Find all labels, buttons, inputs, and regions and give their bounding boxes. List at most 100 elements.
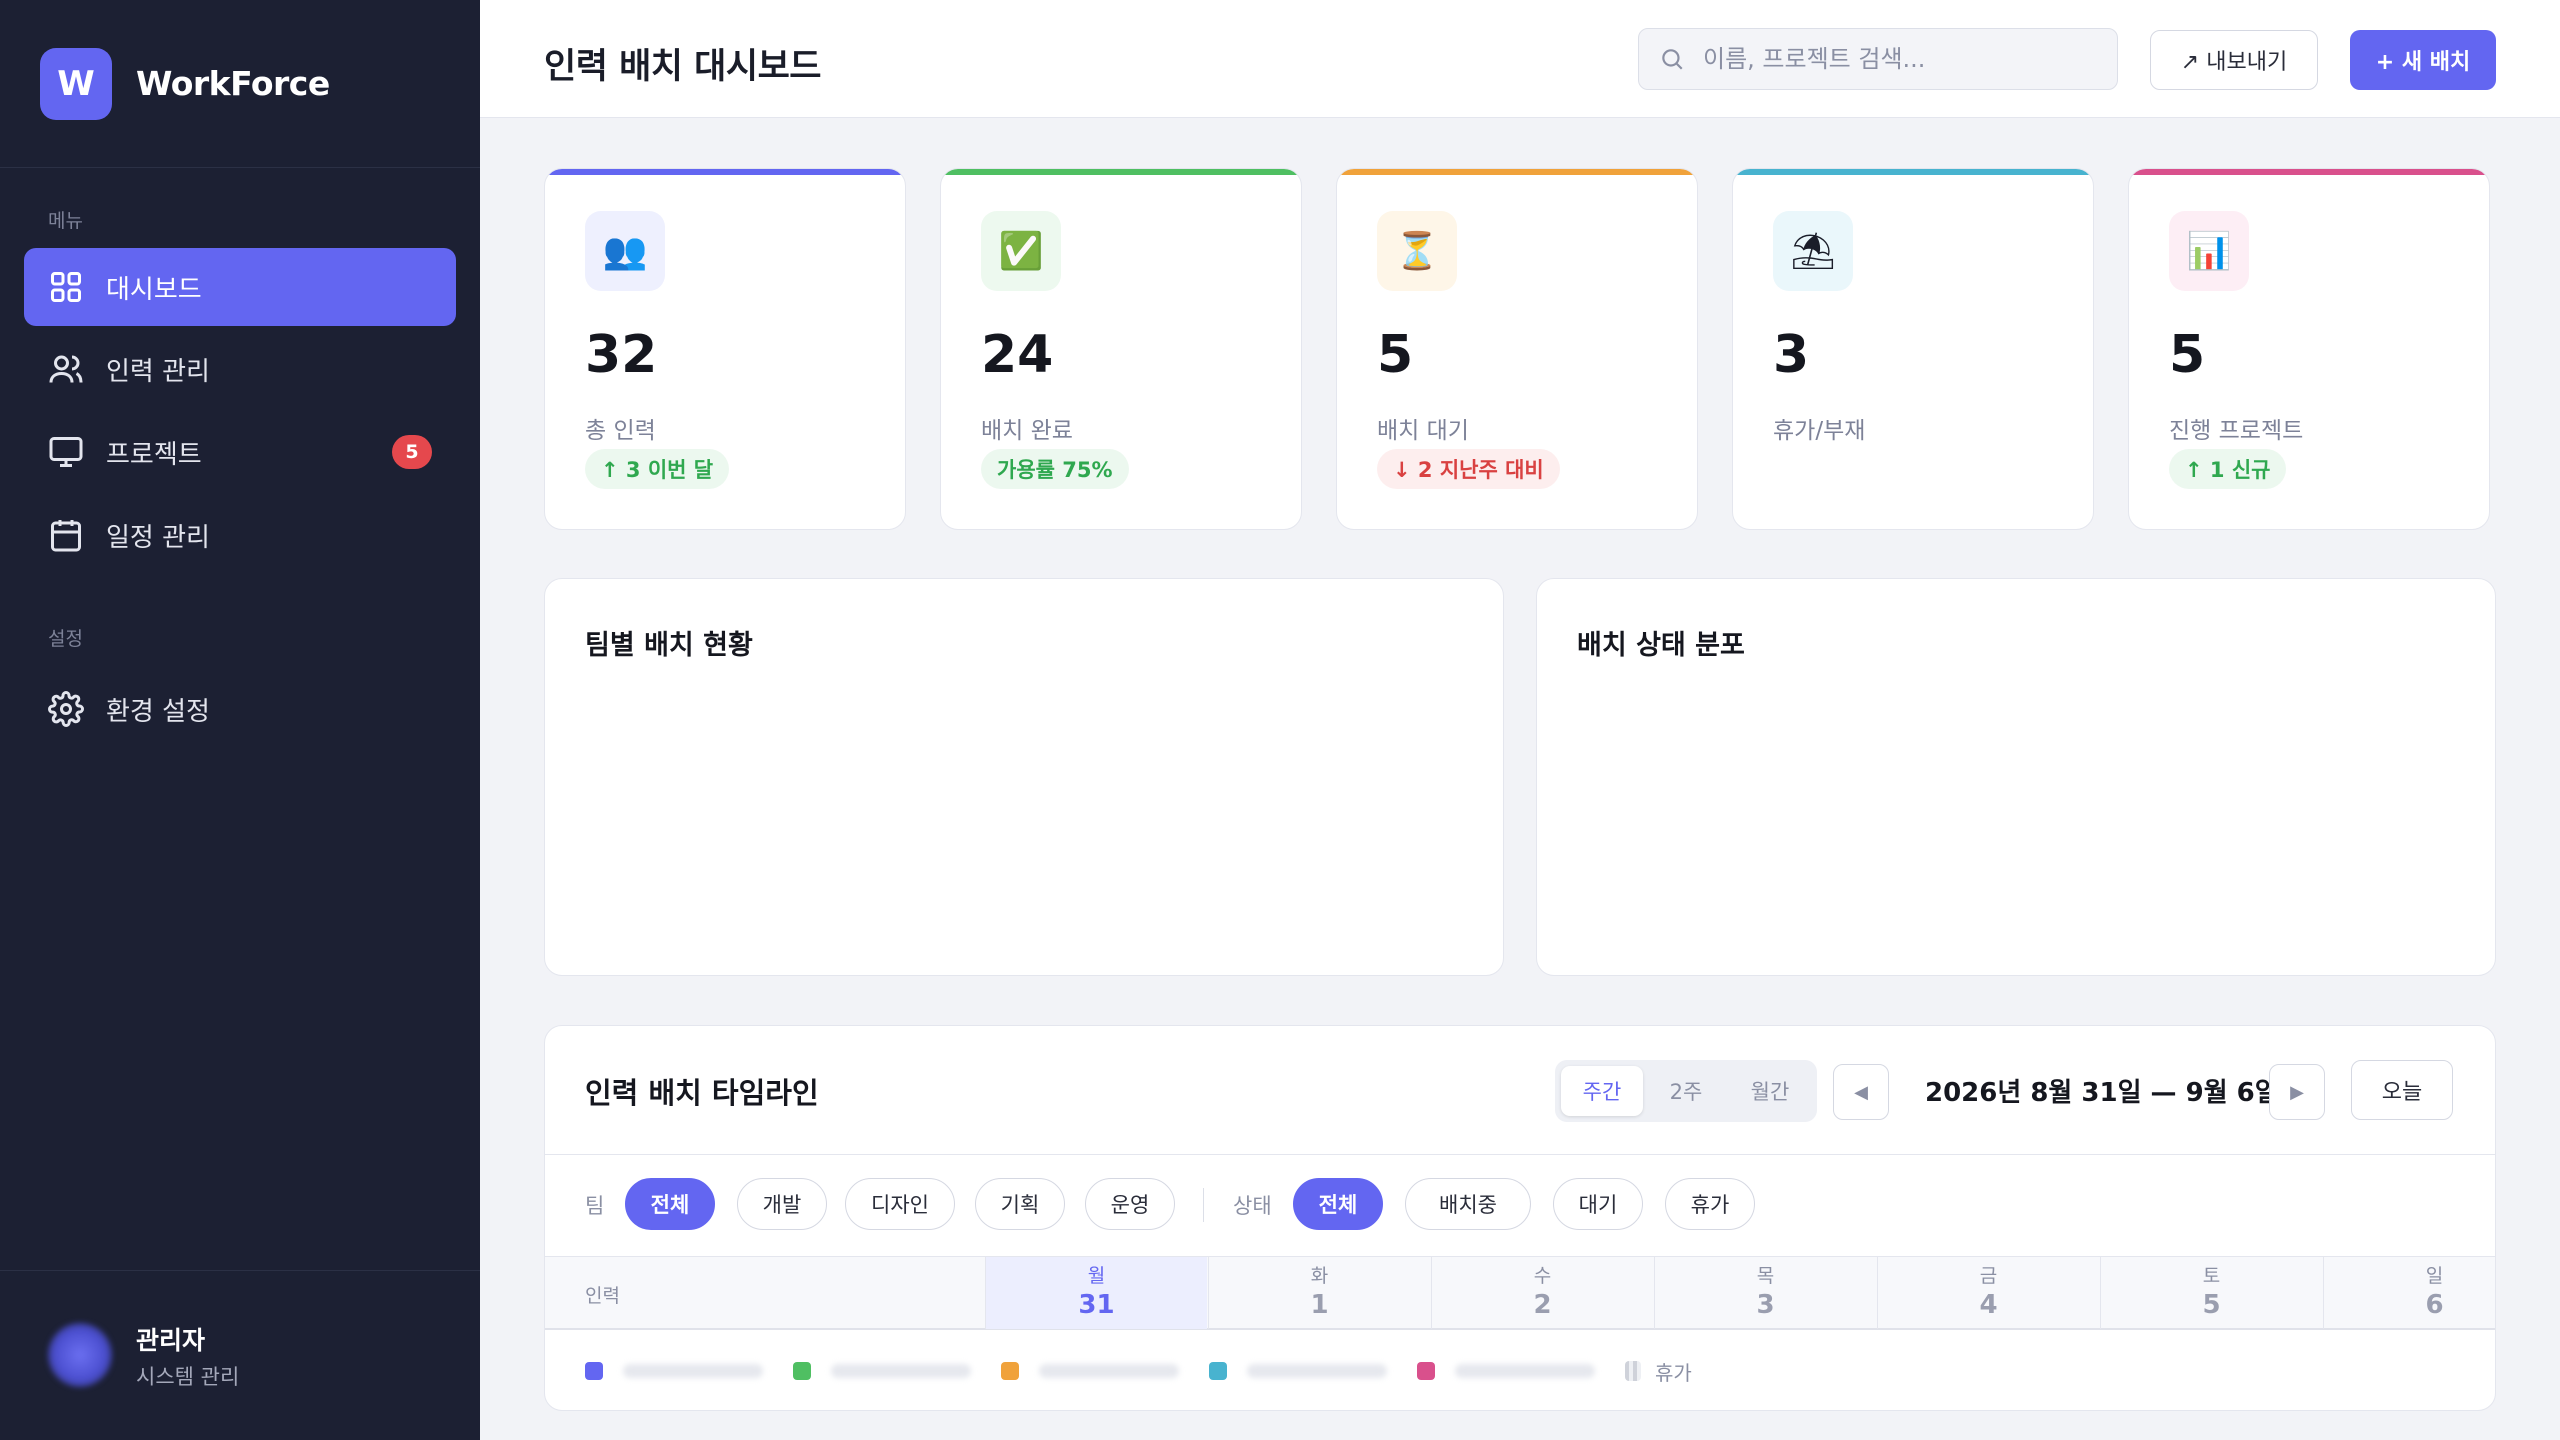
chevron-right-icon: ▶ [2290, 1081, 2304, 1103]
stat-card-assigned: ✅ 24 배치 완료 가용률 75% [940, 168, 1302, 530]
view-2week-tab[interactable]: 2주 [1645, 1066, 1727, 1116]
legend-item [585, 1362, 763, 1380]
stat-delta: ↑ 3 이번 달 [585, 449, 730, 489]
today-button[interactable]: 오늘 [2351, 1060, 2453, 1120]
projects-count-badge: 5 [392, 435, 432, 469]
brand: W WorkForce [0, 0, 480, 168]
users-icon [48, 351, 84, 387]
stat-card-projects: 📊 5 진행 프로젝트 ↑ 1 신규 [2128, 168, 2490, 530]
legend-item [1417, 1362, 1595, 1380]
legend-item [1209, 1362, 1387, 1380]
legend-swatch [585, 1362, 603, 1380]
status-filter-vacation[interactable]: 휴가 [1665, 1178, 1755, 1230]
avatar [48, 1323, 112, 1387]
view-weekly-tab[interactable]: 주간 [1561, 1066, 1643, 1116]
brand-name: WorkForce [136, 64, 330, 103]
status-filter-waiting[interactable]: 대기 [1553, 1178, 1643, 1230]
legend-blurred-label [831, 1364, 971, 1378]
export-button[interactable]: ↗ 내보내기 [2150, 30, 2318, 90]
day-name: 목 [1756, 1265, 1775, 1287]
staff-column-header: 인력 [585, 1285, 620, 1307]
sidebar-item-staff[interactable]: 인력 관리 [24, 330, 456, 408]
search-box[interactable] [1638, 28, 2118, 90]
stat-card-waiting: ⏳ 5 배치 대기 ↓ 2 지난주 대비 [1336, 168, 1698, 530]
stat-accent-bar [2129, 169, 2489, 175]
team-filter-planning[interactable]: 기획 [975, 1178, 1065, 1230]
sidebar-item-dashboard[interactable]: 대시보드 [24, 248, 456, 326]
sidebar-item-label: 대시보드 [106, 274, 202, 305]
sidebar: W WorkForce 메뉴 대시보드 인력 관리 프로젝트 5 일정 관리 설… [0, 0, 480, 1440]
stat-delta: ↓ 2 지난주 대비 [1377, 449, 1560, 489]
gear-icon [48, 691, 84, 727]
stat-label: 배치 완료 [981, 418, 1073, 444]
day-number: 2 [1533, 1290, 1552, 1320]
legend-blurred-label [1455, 1364, 1595, 1378]
sidebar-item-schedule[interactable]: 일정 관리 [24, 496, 456, 574]
stat-label: 배치 대기 [1377, 418, 1469, 444]
stat-value: 5 [1377, 325, 1414, 385]
day-number: 3 [1756, 1290, 1775, 1320]
status-filter-assigned[interactable]: 배치중 [1405, 1178, 1531, 1230]
stat-value: 5 [2169, 325, 2206, 385]
stat-delta: ↑ 1 신규 [2169, 449, 2287, 489]
next-week-button[interactable]: ▶ [2269, 1064, 2325, 1120]
stat-label: 총 인력 [585, 418, 656, 444]
top-header: 인력 배치 대시보드 ↗ 내보내기 + 새 배치 [480, 0, 2560, 118]
sidebar-item-label: 프로젝트 [106, 439, 202, 470]
settings-section-label: 설정 [48, 628, 83, 650]
day-name: 일 [2425, 1265, 2444, 1287]
view-monthly-tab[interactable]: 월간 [1729, 1066, 1811, 1116]
legend-blurred-label [1039, 1364, 1179, 1378]
stat-value: 3 [1773, 325, 1810, 385]
team-filter-dev[interactable]: 개발 [737, 1178, 827, 1230]
sidebar-item-label: 인력 관리 [106, 356, 210, 387]
stat-label: 휴가/부재 [1773, 418, 1866, 444]
day-name: 금 [1979, 1265, 1998, 1287]
prev-week-button[interactable]: ◀ [1833, 1064, 1889, 1120]
new-assignment-button[interactable]: + 새 배치 [2350, 30, 2496, 90]
day-name: 월 [1087, 1265, 1106, 1287]
sidebar-item-projects[interactable]: 프로젝트 5 [24, 413, 456, 491]
chevron-left-icon: ◀ [1854, 1081, 1868, 1103]
timeline-title: 인력 배치 타임라인 [585, 1076, 819, 1110]
day-name: 토 [2202, 1265, 2221, 1287]
stat-accent-bar [941, 169, 1301, 175]
day-column-2: 수2 [1431, 1257, 1653, 1329]
legend-item [793, 1362, 971, 1380]
day-number: 6 [2425, 1290, 2444, 1320]
team-assignment-panel: 팀별 배치 현황 [544, 578, 1504, 976]
sidebar-item-settings[interactable]: 환경 설정 [24, 670, 456, 748]
team-filter-design[interactable]: 디자인 [845, 1178, 955, 1230]
vacation-swatch [1625, 1361, 1641, 1381]
legend-vacation: 휴가 [1625, 1357, 1692, 1386]
day-column-5: 토5 [2100, 1257, 2322, 1329]
search-input[interactable] [1703, 45, 2103, 73]
stat-icon: ⏳ [1377, 211, 1457, 291]
view-switcher: 주간 2주 월간 [1555, 1060, 1817, 1122]
timeline-panel: 인력 배치 타임라인 주간 2주 월간 ◀ 2026년 8월 31일 — 9월 … [544, 1025, 2496, 1411]
team-filter-all[interactable]: 전체 [625, 1178, 715, 1230]
legend-swatch [793, 1362, 811, 1380]
team-filter-ops[interactable]: 운영 [1085, 1178, 1175, 1230]
day-name: 수 [1533, 1265, 1552, 1287]
menu-section-label: 메뉴 [48, 210, 83, 232]
day-number: 31 [1078, 1290, 1115, 1320]
stat-icon: 📊 [2169, 211, 2249, 291]
team-filter-label: 팀 [585, 1194, 605, 1218]
page-title: 인력 배치 대시보드 [544, 47, 821, 87]
stat-value: 24 [981, 325, 1054, 385]
user-name: 관리자 [136, 1326, 206, 1355]
legend-vacation-label: 휴가 [1655, 1360, 1692, 1385]
legend-swatch [1001, 1362, 1019, 1380]
user-profile[interactable]: 관리자 시스템 관리 [0, 1270, 480, 1440]
search-icon [1659, 46, 1685, 72]
stat-card-vacation: ⛱ 3 휴가/부재 [1732, 168, 2094, 530]
day-column-3: 목3 [1654, 1257, 1876, 1329]
stat-icon: ✅ [981, 211, 1061, 291]
day-name: 화 [1310, 1265, 1329, 1287]
status-filter-all[interactable]: 전체 [1293, 1178, 1383, 1230]
stat-icon: ⛱ [1773, 211, 1853, 291]
user-role: 시스템 관리 [136, 1365, 240, 1389]
legend-item [1001, 1362, 1179, 1380]
timeline-divider [545, 1154, 2495, 1155]
